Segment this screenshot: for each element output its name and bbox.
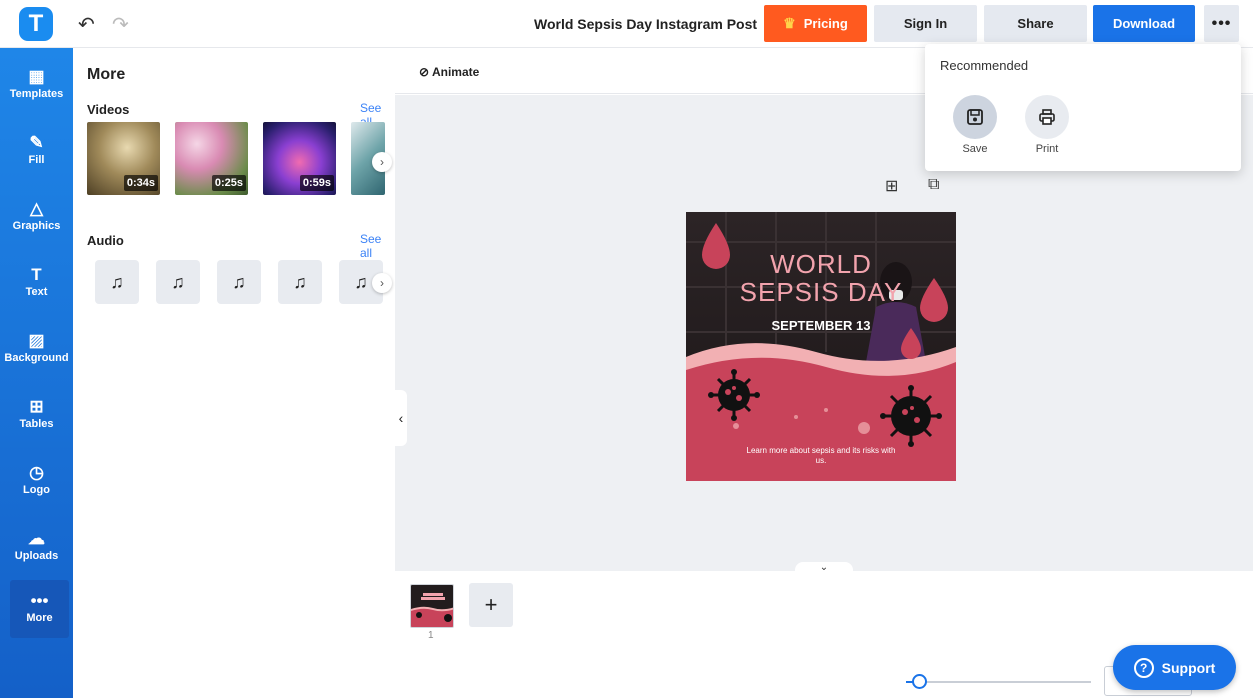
more-panel: More Videos See all 0:34s 0:25s 0:59s › … <box>73 48 395 698</box>
sidebar-item-more[interactable]: ••• More <box>10 580 69 638</box>
audio-item[interactable]: ♫ <box>278 260 322 304</box>
templates-icon: ▦ <box>28 67 45 86</box>
design-date[interactable]: SEPTEMBER 13 <box>686 318 956 333</box>
video-duration: 0:34s <box>123 175 158 191</box>
collapse-panel-button[interactable]: ‹ <box>395 390 407 446</box>
share-button[interactable]: Share <box>984 5 1087 42</box>
video-duration: 0:25s <box>211 175 246 191</box>
dropdown-title: Recommended <box>940 58 1029 73</box>
left-sidebar: ▦ Templates ✎ Fill △ Graphics T Text ▨ B… <box>0 48 73 698</box>
zoom-slider-handle[interactable] <box>911 674 927 689</box>
shapes-icon: △ <box>29 199 44 218</box>
top-bar: T ↶ ↷ World Sepsis Day Instagram Post ♛ … <box>0 0 1253 48</box>
table-icon: ⊞ <box>29 397 44 416</box>
crown-icon: ♛ <box>783 15 796 31</box>
design-title-line1[interactable]: WORLD <box>686 250 956 278</box>
sidebar-item-background[interactable]: ▨ Background <box>0 320 73 378</box>
sign-in-button[interactable]: Sign In <box>874 5 977 42</box>
sidebar-item-fill[interactable]: ✎ Fill <box>0 122 73 180</box>
help-icon: ? <box>1133 657 1154 678</box>
text-icon: T <box>31 265 42 284</box>
sidebar-item-templates[interactable]: ▦ Templates <box>0 56 73 114</box>
sidebar-item-text[interactable]: T Text <box>0 254 73 312</box>
sidebar-item-label: More <box>26 612 53 624</box>
sidebar-item-label: Fill <box>28 154 45 166</box>
pricing-label: Pricing <box>803 16 848 31</box>
sidebar-item-label: Templates <box>9 88 64 100</box>
save-icon <box>967 109 983 125</box>
download-button[interactable]: Download <box>1093 5 1195 42</box>
app-logo[interactable]: T <box>19 7 53 41</box>
print-icon <box>1039 109 1055 125</box>
cloud-upload-icon: ☁ <box>28 529 45 548</box>
chevron-right-icon[interactable]: › <box>372 152 392 172</box>
videos-section-title: Videos <box>87 102 130 117</box>
animate-icon: ⊘ <box>419 65 430 79</box>
print-button[interactable] <box>1025 95 1069 139</box>
design-canvas[interactable]: WORLD SEPSIS DAY SEPTEMBER 13 Learn more… <box>686 212 956 481</box>
audio-item[interactable]: ♫ <box>95 260 139 304</box>
video-thumbnail[interactable]: 0:25s <box>175 122 248 195</box>
page-thumbnail-artwork <box>411 585 453 627</box>
panel-title: More <box>87 66 126 83</box>
video-thumbnail[interactable]: 0:59s <box>263 122 336 195</box>
music-note-icon: ♫ <box>171 271 185 292</box>
design-caption[interactable]: Learn more about sepsis and its risks wi… <box>741 446 901 466</box>
animate-button[interactable]: ⊘ Animate <box>419 65 479 79</box>
chevron-left-icon: ‹ <box>398 410 404 426</box>
design-title-line2[interactable]: SEPSIS DAY <box>686 278 956 306</box>
save-button[interactable] <box>953 95 997 139</box>
sidebar-item-label: Graphics <box>12 220 61 232</box>
duplicate-page-icon[interactable]: ⧉ <box>928 176 939 194</box>
music-note-icon: ♫ <box>293 271 307 292</box>
document-title[interactable]: World Sepsis Day Instagram Post <box>534 16 757 32</box>
sidebar-item-logo[interactable]: ◷ Logo <box>0 452 73 510</box>
expand-pages-button[interactable]: ⌄ <box>795 562 853 574</box>
chevron-right-icon[interactable]: › <box>372 273 392 293</box>
sidebar-item-graphics[interactable]: △ Graphics <box>0 188 73 246</box>
sidebar-item-label: Background <box>4 352 69 364</box>
video-thumbnail[interactable]: 0:34s <box>87 122 160 195</box>
print-label: Print <box>1035 143 1059 155</box>
music-note-icon: ♫ <box>232 271 246 292</box>
zoom-slider[interactable] <box>906 681 1091 683</box>
undo-icon[interactable]: ↶ <box>78 12 95 37</box>
animate-label: Animate <box>431 65 480 79</box>
music-note-icon: ♫ <box>110 271 124 292</box>
add-page-icon[interactable]: ⊞ <box>885 176 898 196</box>
more-options-dropdown: Recommended Save Print <box>925 44 1241 171</box>
support-button[interactable]: ? Support <box>1113 645 1236 690</box>
sidebar-item-label: Tables <box>19 418 54 430</box>
add-page-button[interactable]: + <box>469 583 513 627</box>
audio-item[interactable]: ♫ <box>217 260 261 304</box>
sidebar-item-label: Logo <box>23 484 50 496</box>
save-label: Save <box>962 143 988 155</box>
redo-icon[interactable]: ↷ <box>112 12 129 37</box>
plus-icon: + <box>484 592 498 617</box>
audio-item[interactable]: ♫ <box>156 260 200 304</box>
music-note-icon: ♫ <box>354 271 368 292</box>
support-label: Support <box>1161 659 1216 676</box>
background-icon: ▨ <box>28 331 45 350</box>
sidebar-item-label: Text <box>25 286 48 298</box>
page-thumbnail[interactable] <box>410 584 454 628</box>
sidebar-item-uploads[interactable]: ☁ Uploads <box>0 518 73 576</box>
logo-icon: ◷ <box>29 463 44 482</box>
more-options-button[interactable]: ••• <box>1204 5 1239 42</box>
audio-section-title: Audio <box>87 233 124 248</box>
audio-see-all-link[interactable]: See all <box>360 232 395 260</box>
page-number: 1 <box>428 630 434 641</box>
sidebar-item-tables[interactable]: ⊞ Tables <box>0 386 73 444</box>
sidebar-item-label: Uploads <box>14 550 59 562</box>
chevron-down-icon: ⌄ <box>819 562 829 573</box>
more-dots-icon: ••• <box>30 591 49 610</box>
pen-icon: ✎ <box>29 133 44 152</box>
pricing-button[interactable]: ♛ Pricing <box>764 5 867 42</box>
video-duration: 0:59s <box>299 175 334 191</box>
